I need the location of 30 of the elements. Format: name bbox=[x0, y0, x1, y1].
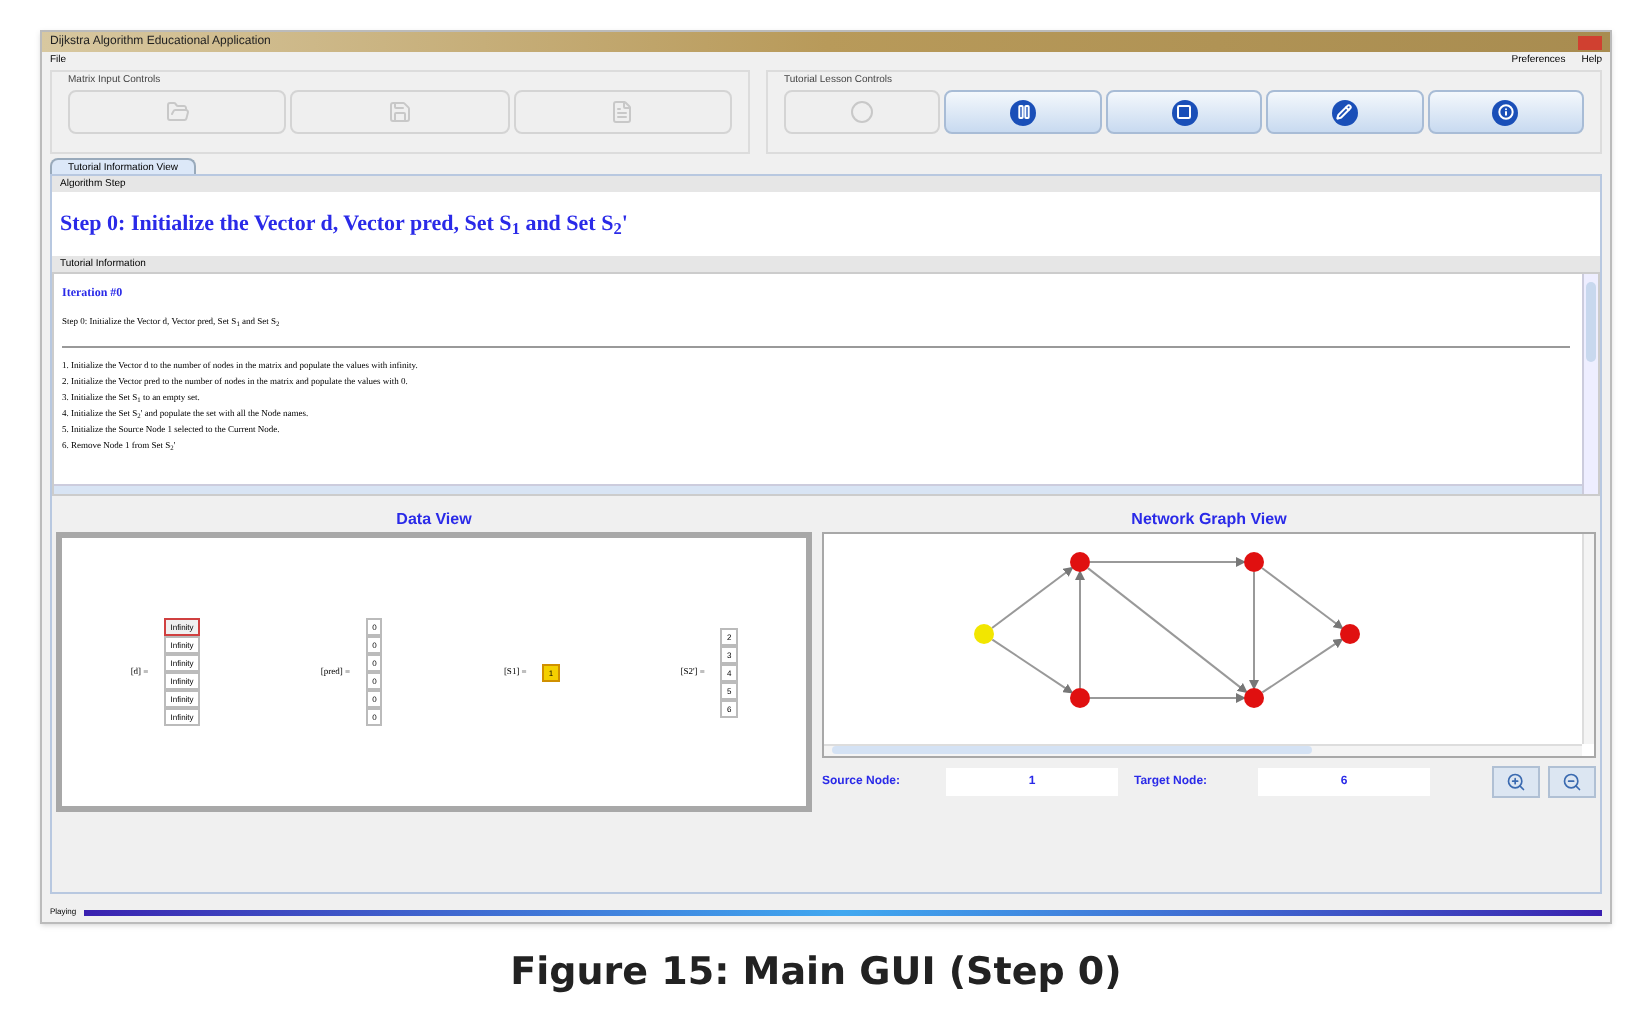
toolbar-button[interactable] bbox=[1266, 90, 1424, 134]
scrollbar[interactable] bbox=[824, 744, 1582, 756]
zoom-in-icon bbox=[1506, 772, 1526, 792]
graph-node[interactable] bbox=[1340, 624, 1360, 644]
circle-icon bbox=[850, 100, 875, 124]
scrollbar[interactable] bbox=[1582, 274, 1598, 494]
folder-icon bbox=[165, 100, 190, 124]
toolbar-button[interactable] bbox=[944, 90, 1102, 134]
graph-node[interactable] bbox=[1070, 552, 1090, 572]
figure-caption: Figure 15: Main GUI (Step 0) bbox=[510, 948, 1122, 998]
save-icon bbox=[387, 100, 412, 124]
graph-node[interactable] bbox=[974, 624, 994, 644]
info-icon bbox=[1492, 99, 1519, 125]
graph-node[interactable] bbox=[1070, 688, 1090, 708]
toolbar-button[interactable] bbox=[1427, 90, 1585, 134]
scrollbar[interactable] bbox=[54, 484, 1582, 494]
zoom-in-button[interactable] bbox=[1492, 766, 1540, 798]
graph-node[interactable] bbox=[1244, 552, 1264, 572]
stop-icon bbox=[1171, 99, 1198, 125]
graph-node[interactable] bbox=[1244, 688, 1264, 708]
toolbar-button[interactable] bbox=[1105, 90, 1263, 134]
scrollbar[interactable] bbox=[1582, 534, 1594, 744]
view-title: Network Graph View bbox=[1129, 508, 1289, 532]
step-title: Step 0: Initialize the Vector d, Vector pred, Set S$_{1}$ and Set S$_{2}$' bbox=[60, 209, 628, 241]
pause-icon bbox=[1010, 99, 1037, 125]
zoom-out-button[interactable] bbox=[1548, 766, 1596, 798]
document-icon bbox=[610, 100, 635, 124]
pencil-icon bbox=[1331, 99, 1358, 125]
view-title: Data View bbox=[394, 508, 474, 532]
zoom-out-icon bbox=[1562, 772, 1582, 792]
